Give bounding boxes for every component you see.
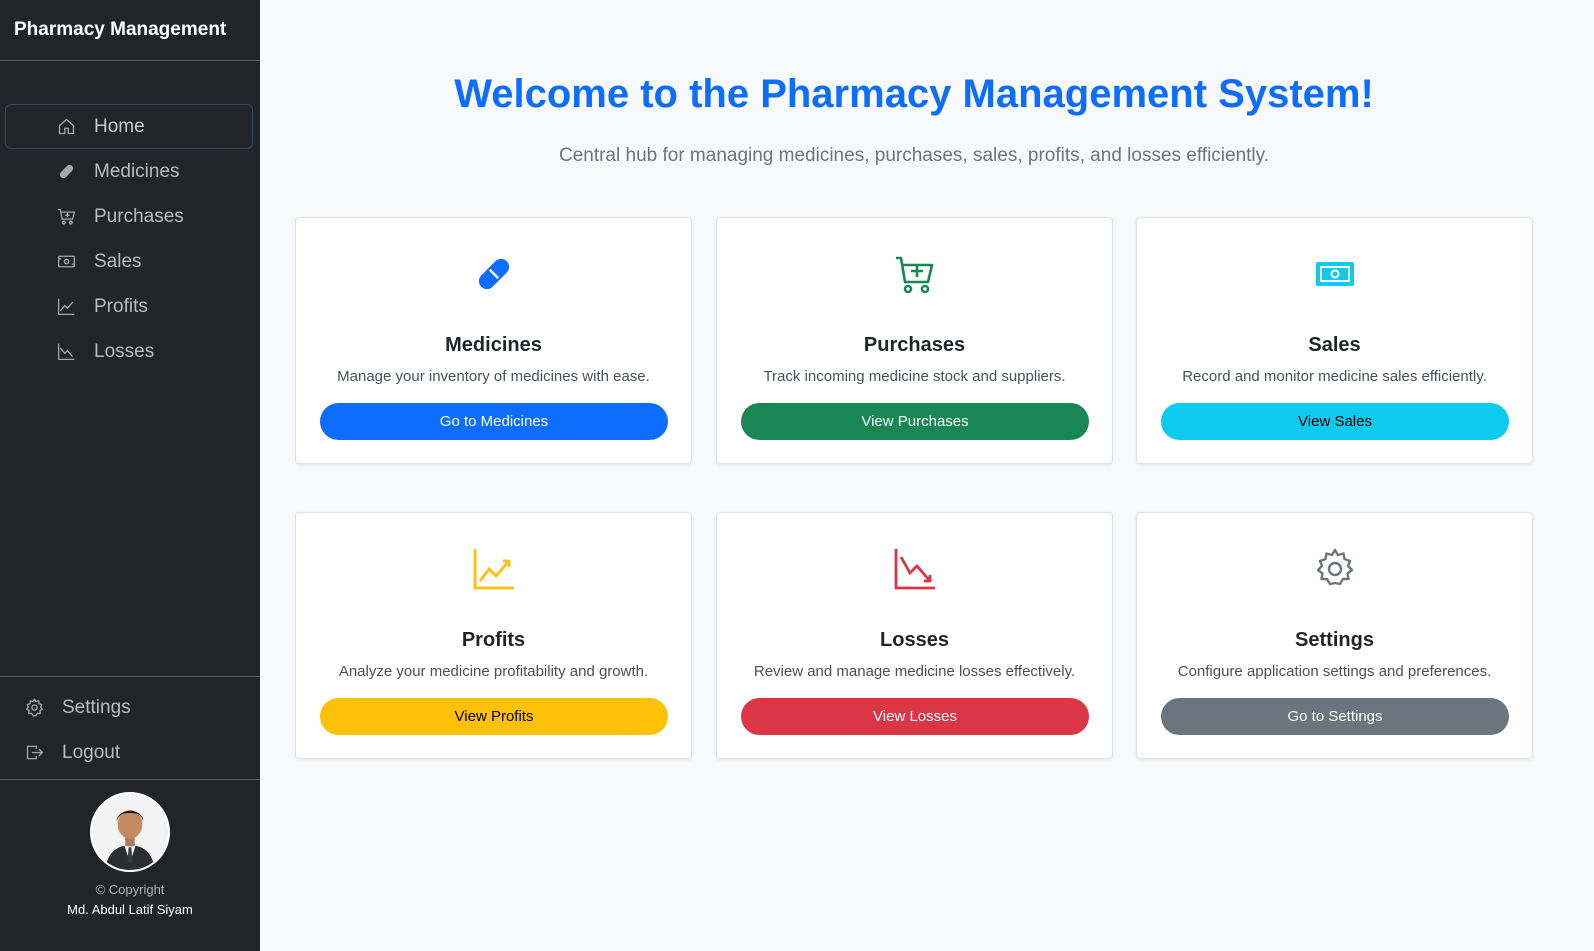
page-subtitle: Central hub for managing medicines, purc… xyxy=(558,145,1270,166)
sidebar-item-medicines[interactable]: Medicines xyxy=(5,149,253,194)
capsule-icon xyxy=(54,160,78,184)
sidebar-item-label: Home xyxy=(94,115,145,137)
sidebar-item-label: Profits xyxy=(94,295,148,317)
home-icon xyxy=(54,115,78,139)
main-content: Welcome to the Pharmacy Management Syste… xyxy=(260,0,1594,951)
card-title: Profits xyxy=(461,629,526,651)
view-losses-button[interactable]: View Losses xyxy=(741,698,1089,735)
copyright-text: © Copyright xyxy=(95,882,165,897)
sidebar-item-label: Logout xyxy=(62,741,121,763)
avatar xyxy=(90,792,170,872)
card-purchases: Purchases Track incoming medicine stock … xyxy=(716,217,1113,464)
logout-button[interactable]: Logout xyxy=(0,730,260,775)
card-description: Record and monitor medicine sales effici… xyxy=(1182,368,1487,385)
sidebar-item-home[interactable]: Home xyxy=(5,104,253,149)
card-medicines: Medicines Manage your inventory of medic… xyxy=(295,217,692,464)
card-losses: Losses Review and manage medicine losses… xyxy=(716,512,1113,759)
card-profits: Profits Analyze your medicine profitabil… xyxy=(295,512,692,759)
card-title: Sales xyxy=(1308,334,1361,356)
card-description: Review and manage medicine losses effect… xyxy=(753,663,1076,680)
sidebar-item-label: Sales xyxy=(94,250,142,272)
card-title: Losses xyxy=(880,629,949,651)
logout-icon xyxy=(22,741,46,765)
cash-icon xyxy=(1313,252,1357,301)
cash-icon xyxy=(54,250,78,274)
sidebar-bottom-menu: Settings Logout xyxy=(0,676,260,780)
sidebar-item-label: Settings xyxy=(62,696,131,718)
card-description: Manage your inventory of medicines with … xyxy=(337,368,650,385)
profile-section: © Copyright Md. Abdul Latif Siyam xyxy=(0,792,260,917)
sidebar-item-label: Purchases xyxy=(94,205,184,227)
sidebar-item-losses[interactable]: Losses xyxy=(5,329,253,374)
card-sales: Sales Record and monitor medicine sales … xyxy=(1136,217,1533,464)
go-to-settings-button[interactable]: Go to Settings xyxy=(1161,698,1509,735)
sidebar-item-settings[interactable]: Settings xyxy=(0,685,260,730)
card-title: Settings xyxy=(1295,629,1374,651)
cart-plus-icon xyxy=(893,252,937,301)
capsule-icon xyxy=(472,252,516,301)
card-settings: Settings Configure application settings … xyxy=(1136,512,1533,759)
card-title: Medicines xyxy=(445,334,542,356)
cart-icon xyxy=(54,205,78,229)
sidebar-item-purchases[interactable]: Purchases xyxy=(5,194,253,239)
card-description: Configure application settings and prefe… xyxy=(1177,663,1492,680)
graph-down-icon xyxy=(54,340,78,364)
page-title: Welcome to the Pharmacy Management Syste… xyxy=(454,72,1374,116)
gear-icon xyxy=(1313,547,1357,596)
card-description: Track incoming medicine stock and suppli… xyxy=(763,368,1066,385)
app-brand[interactable]: Pharmacy Management xyxy=(0,0,260,61)
sidebar: Pharmacy Management Home Medicines Purch… xyxy=(0,0,260,951)
view-profits-button[interactable]: View Profits xyxy=(320,698,668,735)
card-title: Purchases xyxy=(863,334,966,356)
sidebar-item-label: Losses xyxy=(94,340,155,362)
sidebar-item-label: Medicines xyxy=(94,160,180,182)
author-name: Md. Abdul Latif Siyam xyxy=(67,902,193,917)
sidebar-nav: Home Medicines Purchases Sales Profits L… xyxy=(5,104,253,374)
view-sales-button[interactable]: View Sales xyxy=(1161,403,1509,440)
sidebar-item-profits[interactable]: Profits xyxy=(5,284,253,329)
go-to-medicines-button[interactable]: Go to Medicines xyxy=(320,403,668,440)
gear-icon xyxy=(22,696,46,720)
card-description: Analyze your medicine profitability and … xyxy=(338,663,649,680)
view-purchases-button[interactable]: View Purchases xyxy=(741,403,1089,440)
sidebar-item-sales[interactable]: Sales xyxy=(5,239,253,284)
graph-up-icon xyxy=(472,547,516,596)
graph-up-icon xyxy=(54,295,78,319)
graph-down-icon xyxy=(893,547,937,596)
